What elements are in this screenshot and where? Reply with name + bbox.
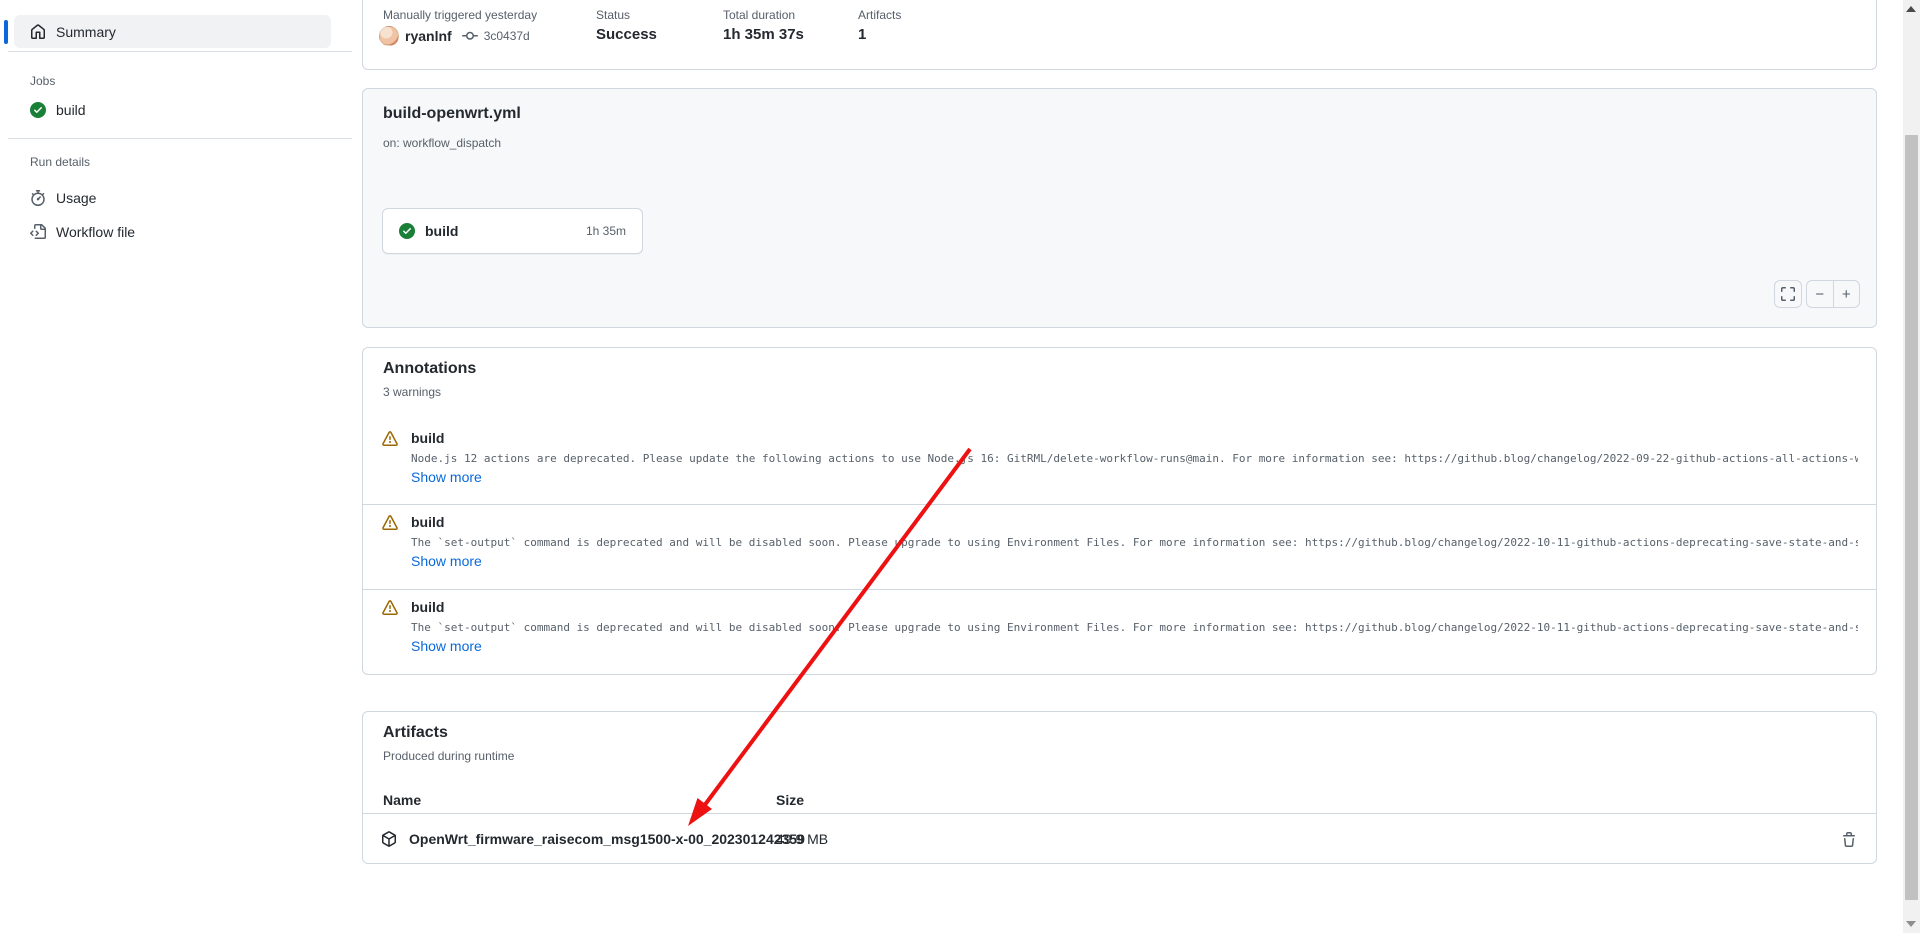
artifacts-subtitle: Produced during runtime	[383, 749, 514, 763]
workflow-graph-card: build-openwrt.yml on: workflow_dispatch …	[362, 88, 1877, 328]
stat-value-duration: 1h 35m 37s	[723, 26, 804, 43]
stat-label-artifacts: Artifacts	[858, 8, 901, 22]
package-icon	[381, 831, 397, 847]
sidebar-divider	[8, 138, 352, 139]
annotation-message: The `set-output` command is deprecated a…	[411, 536, 1858, 549]
sidebar-item-label: Usage	[56, 190, 96, 206]
sidebar-item-label: build	[56, 102, 86, 118]
vertical-scrollbar	[1903, 0, 1920, 933]
stat-value-status: Success	[596, 26, 657, 43]
sidebar-item-usage[interactable]: Usage	[30, 190, 96, 206]
fullscreen-button[interactable]	[1774, 280, 1802, 308]
trigger-info: ryanlnf 3c0437d	[379, 26, 530, 46]
zoom-in-button[interactable]: +	[1833, 281, 1860, 307]
show-more-link[interactable]: Show more	[411, 553, 482, 569]
annotation-job: build	[411, 430, 444, 446]
scrollbar-up-arrow[interactable]	[1906, 6, 1916, 12]
warning-triangle-icon	[382, 431, 398, 447]
annotation-job: build	[411, 514, 444, 530]
scrollbar-down-arrow[interactable]	[1906, 921, 1916, 927]
trash-icon	[1841, 832, 1857, 848]
actor-link[interactable]: ryanlnf	[405, 28, 452, 44]
annotations-title: Annotations	[383, 360, 476, 378]
annotation-message: Node.js 12 actions are deprecated. Pleas…	[411, 452, 1858, 465]
selected-accent-bar	[4, 20, 8, 44]
zoom-out-button[interactable]: −	[1807, 281, 1833, 307]
table-divider	[363, 813, 1876, 814]
home-icon	[30, 24, 46, 40]
artifacts-title: Artifacts	[383, 724, 448, 742]
stopwatch-icon	[30, 190, 46, 206]
sidebar-item-label: Workflow file	[56, 224, 135, 240]
stat-value-artifacts: 1	[858, 26, 866, 43]
annotation-message: The `set-output` command is deprecated a…	[411, 621, 1858, 634]
stat-label-status: Status	[596, 8, 630, 22]
scrollbar-thumb[interactable]	[1905, 135, 1918, 900]
show-more-link[interactable]: Show more	[411, 638, 482, 654]
job-name: build	[425, 223, 458, 239]
annotation-job: build	[411, 599, 444, 615]
artifact-size: 49.9 MB	[776, 831, 828, 847]
warning-triangle-icon	[382, 600, 398, 616]
annotation-row: build Node.js 12 actions are deprecated.…	[363, 421, 1876, 504]
artifacts-card: Artifacts Produced during runtime Name S…	[362, 711, 1877, 864]
warning-triangle-icon	[382, 515, 398, 531]
workflow-file-title: build-openwrt.yml	[383, 105, 521, 123]
sidebar-item-label: Summary	[56, 24, 116, 40]
stat-label-duration: Total duration	[723, 8, 795, 22]
check-circle-icon	[30, 102, 46, 118]
avatar[interactable]	[379, 26, 399, 46]
artifact-name-link[interactable]: OpenWrt_firmware_raisecom_msg1500-x-00_2…	[409, 831, 805, 847]
column-header-size: Size	[776, 792, 804, 808]
screen-full-icon	[1780, 286, 1796, 302]
commit-sha-link[interactable]: 3c0437d	[484, 29, 530, 43]
annotations-subtitle: 3 warnings	[383, 385, 441, 399]
sidebar-section-run-details: Run details	[30, 155, 90, 169]
show-more-link[interactable]: Show more	[411, 469, 482, 485]
workflow-trigger: on: workflow_dispatch	[383, 136, 501, 150]
job-node-build[interactable]: build 1h 35m	[382, 208, 643, 254]
trigger-label: Manually triggered yesterday	[383, 8, 537, 22]
annotation-row: build The `set-output` command is deprec…	[363, 504, 1876, 589]
sidebar-section-jobs: Jobs	[30, 74, 55, 88]
file-code-icon	[30, 224, 46, 240]
column-header-name: Name	[383, 792, 421, 808]
sidebar-divider	[8, 51, 352, 52]
job-duration: 1h 35m	[586, 224, 626, 238]
git-commit-icon	[462, 28, 478, 44]
run-sidebar: Summary Jobs build Run details Usage Wor…	[0, 0, 360, 933]
sidebar-item-summary[interactable]: Summary	[14, 15, 331, 48]
annotation-row: build The `set-output` command is deprec…	[363, 589, 1876, 675]
run-header-card: Manually triggered yesterday ryanlnf 3c0…	[362, 0, 1877, 70]
zoom-button-group: − +	[1806, 280, 1860, 308]
delete-artifact-button[interactable]	[1836, 827, 1862, 853]
sidebar-item-job-build[interactable]: build	[30, 102, 86, 118]
check-circle-icon	[399, 223, 415, 239]
annotations-card: Annotations 3 warnings build Node.js 12 …	[362, 347, 1877, 675]
sidebar-item-workflow-file[interactable]: Workflow file	[30, 224, 135, 240]
